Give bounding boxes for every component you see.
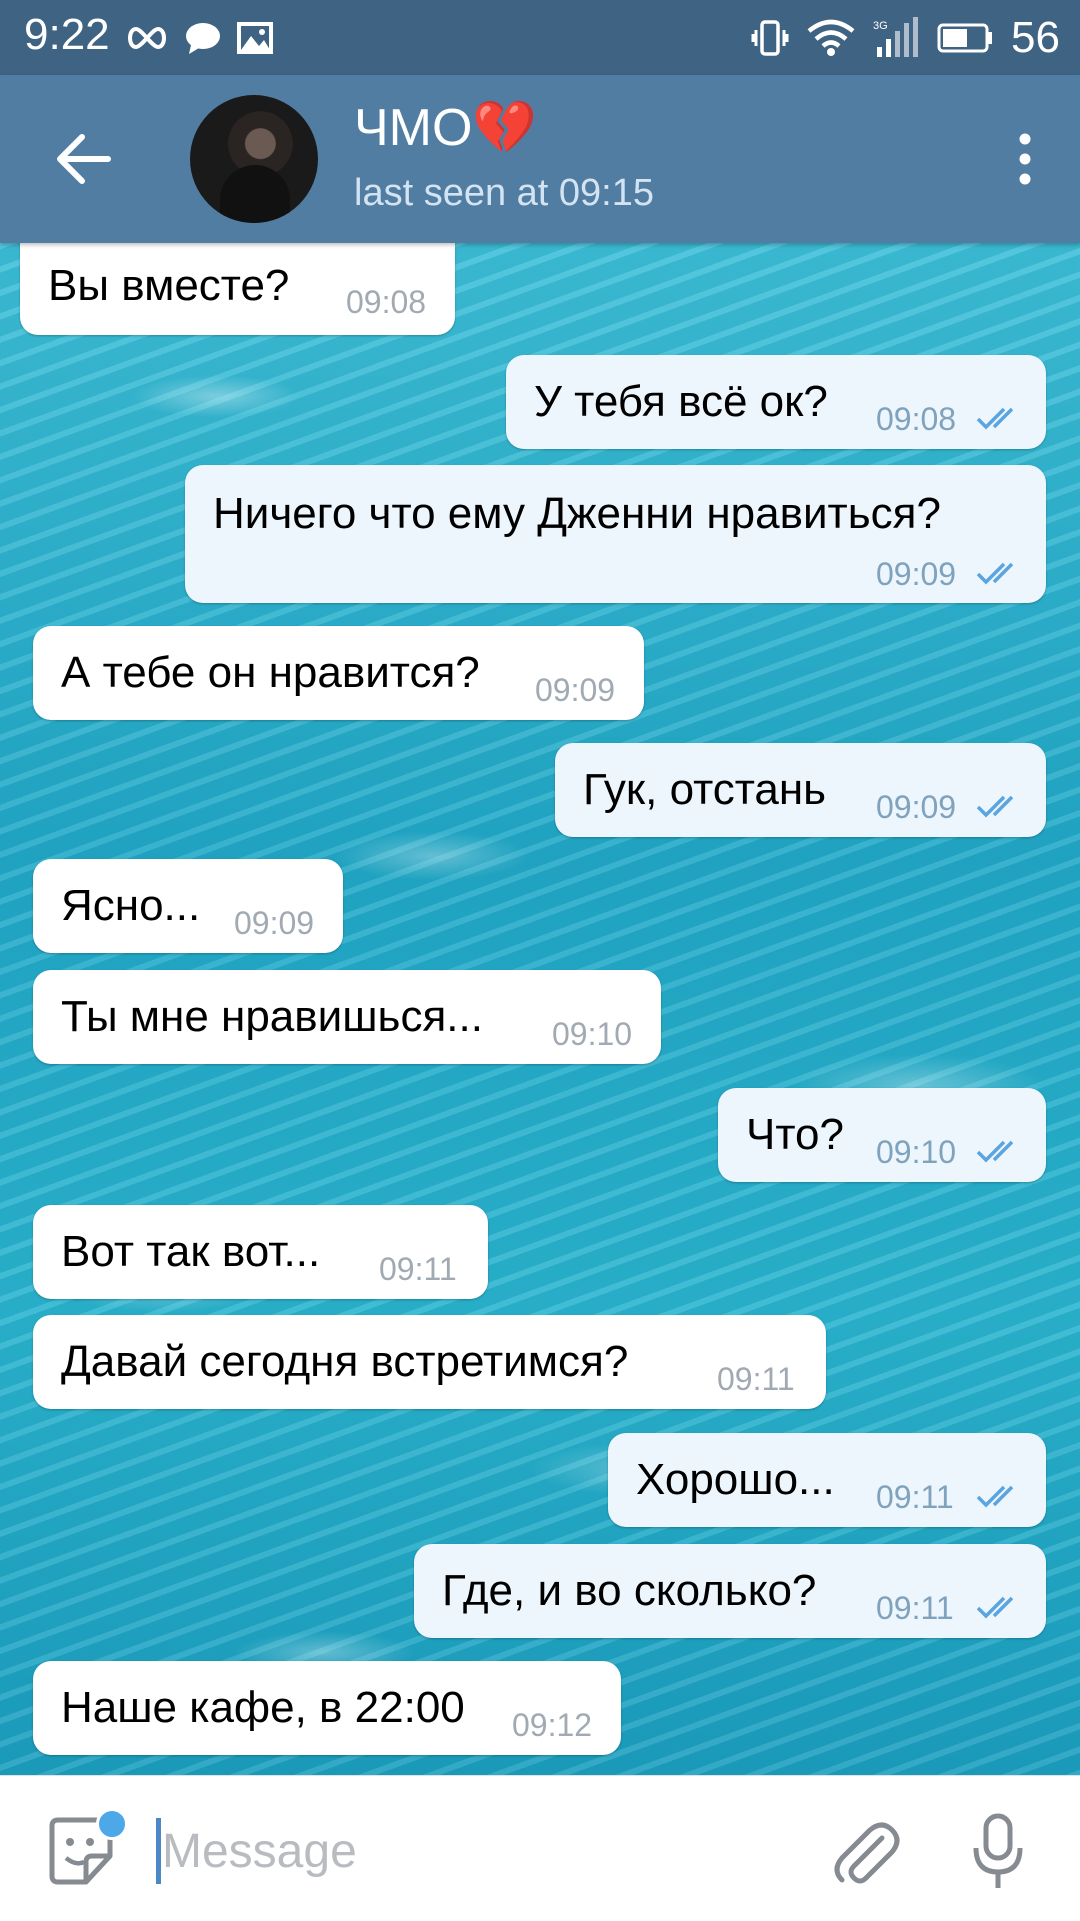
message-text: Наше кафе, в 22:00 bbox=[61, 1683, 465, 1732]
contact-name: ЧМО💔 bbox=[354, 99, 538, 157]
message-time: 09:11 bbox=[876, 1479, 954, 1515]
message-text: Давай сегодня встретимся? bbox=[61, 1337, 629, 1386]
chat-messages-area[interactable]: Вы вместе? 09:08 У тебя всё ок? 09:08 Ни… bbox=[0, 243, 1080, 1775]
message-time: 09:11 bbox=[876, 1590, 954, 1626]
message-time: 09:09 bbox=[876, 789, 957, 825]
wifi-icon bbox=[807, 19, 855, 56]
message-text: Ты мне нравишься... bbox=[61, 992, 483, 1041]
message-outgoing[interactable]: Где, и во сколько? 09:11 bbox=[414, 1544, 1046, 1638]
infinity-icon bbox=[128, 26, 166, 50]
signal-icon: 3G bbox=[873, 17, 919, 57]
attach-paperclip-icon[interactable] bbox=[830, 1818, 900, 1888]
message-outgoing[interactable]: Ничего что ему Дженни нравиться? 09:09 bbox=[185, 465, 1046, 603]
message-time: 09:10 bbox=[552, 1016, 633, 1052]
message-outgoing[interactable]: Хорошо... 09:11 bbox=[608, 1433, 1046, 1527]
read-check-icon bbox=[976, 1140, 1014, 1163]
battery-icon bbox=[937, 23, 993, 53]
message-incoming[interactable]: А тебе он нравится? 09:09 bbox=[33, 626, 644, 720]
back-arrow-icon[interactable] bbox=[52, 127, 116, 191]
message-text: Гук, отстань bbox=[583, 765, 827, 814]
status-time: 9:22 bbox=[24, 10, 110, 59]
message-text: Вы вместе? bbox=[48, 261, 290, 310]
message-text: Ничего что ему Дженни нравиться? bbox=[213, 489, 941, 538]
message-time: 09:08 bbox=[346, 284, 427, 320]
message-time: 09:09 bbox=[535, 672, 616, 708]
new-stickers-indicator bbox=[96, 1808, 128, 1840]
message-incoming[interactable]: Ясно... 09:09 bbox=[33, 859, 343, 953]
read-check-icon bbox=[976, 407, 1014, 430]
message-incoming[interactable]: Наше кафе, в 22:00 09:12 bbox=[33, 1661, 621, 1755]
message-text: А тебе он нравится? bbox=[61, 648, 480, 697]
message-text: Ясно... bbox=[61, 881, 201, 930]
message-time: 09:09 bbox=[876, 556, 957, 592]
message-outgoing[interactable]: У тебя всё ок? 09:08 bbox=[506, 355, 1046, 449]
message-text: Что? bbox=[746, 1110, 844, 1159]
contact-avatar[interactable] bbox=[190, 95, 318, 223]
chat-bubble-icon bbox=[186, 23, 220, 54]
svg-text:3G: 3G bbox=[873, 20, 888, 32]
message-text: Хорошо... bbox=[636, 1455, 835, 1504]
message-composer bbox=[0, 1775, 1080, 1921]
message-outgoing[interactable]: Что? 09:10 bbox=[718, 1088, 1046, 1182]
message-outgoing[interactable]: Гук, отстань 09:09 bbox=[555, 743, 1046, 837]
image-icon bbox=[237, 22, 273, 54]
message-incoming[interactable]: Ты мне нравишься... 09:10 bbox=[33, 970, 661, 1064]
message-time: 09:12 bbox=[512, 1707, 593, 1743]
message-incoming[interactable]: Давай сегодня встретимся? 09:11 bbox=[33, 1315, 826, 1409]
message-incoming[interactable]: Вы вместе? 09:08 bbox=[20, 243, 455, 335]
message-incoming[interactable]: Вот так вот... 09:11 bbox=[33, 1205, 488, 1299]
read-check-icon bbox=[976, 1485, 1014, 1508]
message-input[interactable] bbox=[160, 1812, 804, 1890]
last-seen-status: last seen at 09:15 bbox=[354, 172, 654, 214]
message-time: 09:10 bbox=[876, 1134, 957, 1170]
message-time: 09:08 bbox=[876, 401, 957, 437]
message-text: Где, и во сколько? bbox=[442, 1566, 817, 1615]
read-check-icon bbox=[976, 1596, 1014, 1619]
microphone-icon[interactable] bbox=[968, 1812, 1028, 1892]
message-time: 09:09 bbox=[234, 905, 315, 941]
chat-header: ЧМО💔 last seen at 09:15 bbox=[0, 75, 1080, 243]
message-time: 09:11 bbox=[379, 1251, 457, 1287]
status-bar: 9:22 3G 56 bbox=[0, 0, 1080, 75]
read-check-icon bbox=[976, 795, 1014, 818]
message-text: Вот так вот... bbox=[61, 1227, 321, 1276]
contact-name-row[interactable]: ЧМО💔 bbox=[354, 97, 537, 158]
battery-level: 56 bbox=[1011, 13, 1060, 62]
message-text: У тебя всё ок? bbox=[534, 377, 828, 426]
message-time: 09:11 bbox=[717, 1361, 795, 1397]
more-options-icon[interactable] bbox=[1010, 127, 1040, 191]
read-check-icon bbox=[976, 562, 1014, 585]
vibrate-icon bbox=[751, 20, 789, 56]
